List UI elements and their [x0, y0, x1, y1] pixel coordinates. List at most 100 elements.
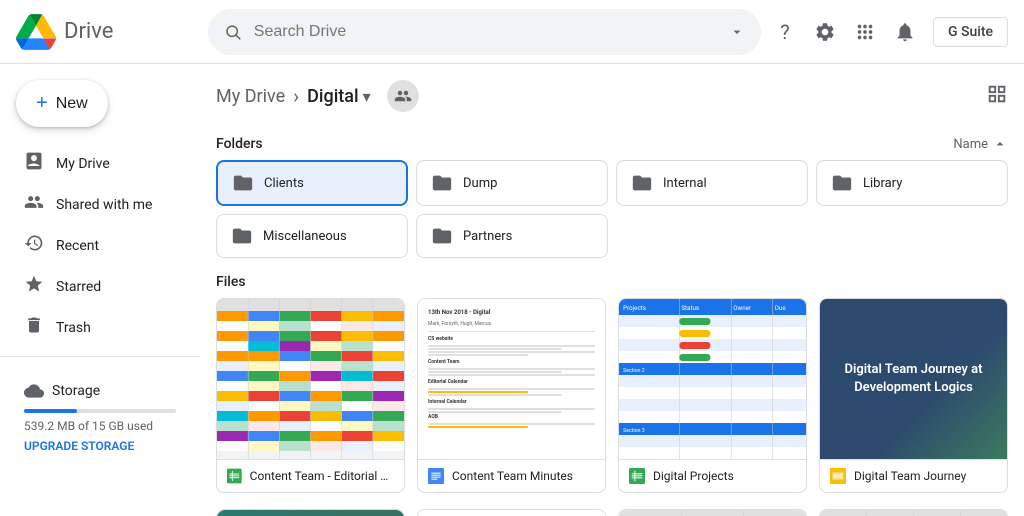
sidebar-item-my-drive[interactable]: My Drive — [0, 143, 200, 184]
file-footer-journey: Digital Team Journey — [820, 459, 1007, 492]
shared-icon — [24, 192, 44, 217]
gsuite-button[interactable]: G Suite — [933, 17, 1008, 47]
folder-card-miscellaneous[interactable]: Miscellaneous — [216, 214, 408, 258]
plus-icon: + — [36, 92, 48, 115]
sheets-icon-2 — [629, 468, 645, 484]
file-card-bottom-3[interactable] — [618, 509, 807, 516]
folder-name-dump: Dump — [463, 176, 497, 191]
help-icon[interactable]: ? — [773, 20, 797, 44]
apps-icon[interactable] — [853, 20, 877, 44]
svg-text:Owner: Owner — [733, 305, 751, 312]
main-layout: + New My Drive Shared with me Recent — [0, 64, 1024, 516]
sidebar: + New My Drive Shared with me Recent — [0, 64, 200, 516]
folder-icon — [431, 225, 453, 247]
file-card-bottom-2[interactable]: 2019 Nov 2019 - Digital — [417, 509, 606, 516]
folder-name-clients: Clients — [264, 176, 304, 191]
new-button-label: New — [56, 95, 88, 113]
breadcrumb-dropdown-icon[interactable]: ▾ — [363, 87, 371, 106]
docs-icon — [428, 468, 444, 484]
storage-cloud-icon — [24, 381, 44, 401]
recent-icon — [24, 233, 44, 258]
sidebar-item-recent[interactable]: Recent — [0, 225, 200, 266]
file-card-projects[interactable]: Projects Status Owner Due Section 2 — [618, 298, 807, 493]
folders-grid: Clients Dump Internal Library Miscellane… — [216, 160, 1008, 258]
svg-text:Due: Due — [775, 305, 787, 312]
file-name-projects: Digital Projects — [653, 469, 734, 483]
files-section-header: Files — [216, 274, 1008, 290]
logo-text: Drive — [64, 19, 113, 44]
slides-icon — [830, 468, 846, 484]
search-bar[interactable] — [208, 9, 761, 55]
breadcrumb-current-label: Digital — [307, 86, 358, 107]
file-thumb-editorial-cal — [217, 299, 404, 459]
file-card-editorial-cal[interactable]: Content Team - Editorial Cal... — [216, 298, 405, 493]
storage-section: Storage 539.2 MB of 15 GB used UPGRADE S… — [0, 365, 200, 469]
sidebar-item-recent-label: Recent — [56, 238, 99, 254]
svg-text:Projects: Projects — [623, 305, 646, 312]
file-name-editorial-cal: Content Team - Editorial Cal... — [250, 469, 394, 483]
file-card-minutes[interactable]: 13th Nov 2018 - Digital Mark, Forsyth, H… — [417, 298, 606, 493]
storage-used-text: 539.2 MB of 15 GB used — [24, 419, 176, 433]
folder-icon — [232, 172, 254, 194]
svg-text:Status: Status — [681, 305, 699, 312]
sheets-icon — [227, 468, 242, 484]
file-name-journey: Digital Team Journey — [854, 469, 966, 483]
sidebar-item-my-drive-label: My Drive — [56, 156, 110, 172]
sidebar-item-shared-with-me[interactable]: Shared with me — [0, 184, 200, 225]
pres-title: Digital Team Journey at Development Logi… — [832, 361, 995, 397]
file-card-journey[interactable]: Digital Team Journey at Development Logi… — [819, 298, 1008, 493]
folder-card-dump[interactable]: Dump — [416, 160, 608, 206]
sidebar-item-starred[interactable]: Starred — [0, 266, 200, 307]
search-dropdown-icon[interactable] — [729, 23, 745, 41]
folder-icon — [831, 172, 853, 194]
layout-toggle-button[interactable] — [986, 83, 1008, 110]
upgrade-storage-link[interactable]: UPGRADE STORAGE — [24, 439, 176, 453]
logo: Drive — [16, 12, 196, 52]
folder-card-clients[interactable]: Clients — [216, 160, 408, 206]
settings-icon[interactable] — [813, 20, 837, 44]
trash-icon — [24, 315, 44, 340]
file-card-bottom-1[interactable] — [216, 509, 405, 516]
folder-name-library: Library — [863, 176, 902, 191]
topbar-actions: ? G Suite — [773, 17, 1008, 47]
folder-card-library[interactable]: Library — [816, 160, 1008, 206]
file-thumb-minutes: 13th Nov 2018 - Digital Mark, Forsyth, H… — [418, 299, 605, 459]
folder-icon — [231, 225, 253, 247]
content-area: My Drive › Digital ▾ Folders Name — [200, 64, 1024, 516]
file-thumb-journey: Digital Team Journey at Development Logi… — [820, 299, 1007, 459]
file-footer-minutes: Content Team Minutes — [418, 459, 605, 492]
manage-people-button[interactable] — [387, 80, 419, 112]
storage-bar-bg — [24, 409, 176, 413]
new-button[interactable]: + New — [16, 80, 108, 127]
folders-section-header: Folders Name — [216, 136, 1008, 152]
search-icon — [224, 22, 242, 42]
breadcrumb: My Drive › Digital ▾ — [216, 64, 1008, 124]
sidebar-item-trash[interactable]: Trash — [0, 307, 200, 348]
sidebar-item-starred-label: Starred — [56, 279, 101, 295]
search-input[interactable] — [254, 23, 717, 41]
breadcrumb-separator: › — [293, 84, 299, 108]
topbar: Drive ? G Suite — [0, 0, 1024, 64]
file-footer-projects: Digital Projects — [619, 459, 806, 492]
folder-card-internal[interactable]: Internal — [616, 160, 808, 206]
folder-name-partners: Partners — [463, 229, 512, 244]
svg-text:Section 3: Section 3 — [623, 428, 645, 434]
storage-bar-fill — [24, 409, 77, 413]
folders-section-title: Folders — [216, 136, 263, 152]
folder-name-miscellaneous: Miscellaneous — [263, 229, 347, 244]
folder-icon — [631, 172, 653, 194]
notifications-icon[interactable] — [893, 20, 917, 44]
my-drive-icon — [24, 151, 44, 176]
sort-button[interactable]: Name — [953, 136, 1008, 152]
sidebar-item-trash-label: Trash — [56, 320, 91, 336]
breadcrumb-current: Digital ▾ — [307, 86, 370, 107]
folder-card-partners[interactable]: Partners — [416, 214, 608, 258]
sort-label: Name — [953, 137, 988, 152]
folder-icon — [431, 172, 453, 194]
breadcrumb-parent[interactable]: My Drive — [216, 86, 285, 107]
file-footer-editorial-cal: Content Team - Editorial Cal... — [217, 459, 404, 492]
sidebar-divider — [0, 356, 200, 357]
file-card-bottom-4[interactable] — [819, 509, 1008, 516]
drive-logo-icon — [16, 12, 56, 52]
files-grid: Content Team - Editorial Cal... 13th Nov… — [216, 298, 1008, 493]
